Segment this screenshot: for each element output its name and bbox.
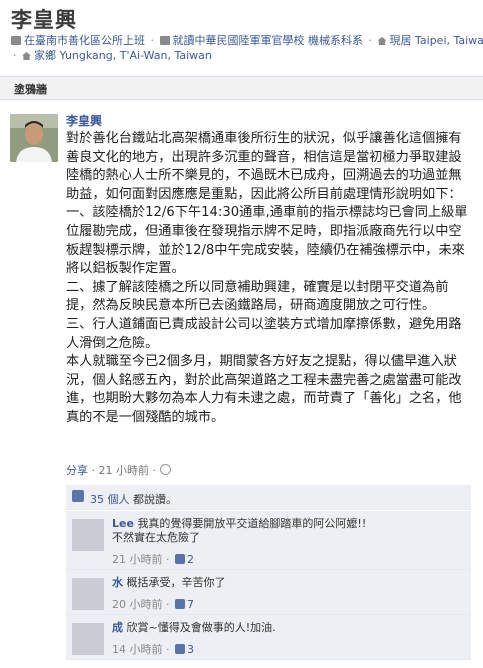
comment-text-block: 水 概括承受，辛苦你了	[112, 576, 467, 590]
thumbs-up-icon	[175, 599, 185, 609]
separator: ·	[365, 34, 376, 47]
commenter-avatar[interactable]	[72, 578, 104, 610]
likes-summary: 35 個人 都說讚。	[66, 485, 471, 510]
comment-like-count[interactable]: 2	[187, 553, 194, 566]
comment-text-block: 成 欣賞~懂得及會做事的人!加油.	[112, 621, 467, 635]
post-timestamp[interactable]: 21 小時前	[99, 464, 150, 477]
avatar-image	[10, 114, 58, 162]
avatar[interactable]	[10, 114, 58, 162]
globe-icon[interactable]	[159, 464, 171, 475]
comment-text: 概括承受，辛苦你了	[126, 576, 226, 589]
comment-item: 成 欣賞~懂得及會做事的人!加油. 14 小時前 · 3	[66, 615, 471, 660]
comment-meta: 20 小時前 · 7	[112, 598, 194, 611]
profile-info-line-2: · 家鄉 Yungkang, T'Ai-Wan, Taiwan	[11, 49, 212, 63]
comment-text: 欣賞~懂得及會做事的人!加油.	[126, 621, 276, 634]
likes-count-link[interactable]: 35 個人	[90, 491, 130, 507]
separator: ·	[91, 464, 99, 477]
comment-like-count[interactable]: 7	[187, 598, 194, 611]
comment-meta: 21 小時前 · 2	[112, 553, 194, 566]
tab-wall[interactable]: 塗鴉牆	[14, 81, 47, 97]
comment-timestamp[interactable]: 20 小時前	[112, 598, 163, 611]
profile-name[interactable]: 李皇興	[11, 4, 77, 34]
comment-timestamp[interactable]: 14 小時前	[112, 643, 163, 656]
comment-like-count[interactable]: 3	[187, 643, 194, 656]
separator: ·	[152, 464, 160, 477]
commenter-avatar[interactable]	[72, 519, 104, 551]
likes-suffix: 都說讚。	[133, 493, 177, 506]
thumbs-up-icon	[175, 644, 185, 654]
house-icon	[22, 52, 31, 60]
thumbs-up-icon	[175, 554, 185, 564]
wall-tab-bar: 塗鴉牆	[0, 76, 483, 100]
school-link[interactable]: 就讀中華民國陸軍軍官學校 機械系科系	[173, 34, 364, 47]
commenter-name[interactable]: 成	[112, 621, 123, 634]
hometown-link[interactable]: 家鄉 Yungkang, T'Ai-Wan, Taiwan	[34, 49, 212, 62]
separator: ·	[13, 49, 20, 62]
comment-item: 水 概括承受，辛苦你了 20 小時前 · 7	[66, 570, 471, 615]
briefcase-icon	[11, 36, 21, 45]
comment-timestamp[interactable]: 21 小時前	[112, 553, 163, 566]
workplace-link[interactable]: 在臺南市善化區公所上班	[24, 34, 145, 47]
commenter-name[interactable]: Lee	[112, 517, 134, 530]
share-link[interactable]: 分享	[66, 464, 88, 477]
post-actions: 分享 · 21 小時前 ·	[66, 462, 171, 478]
profile-header: 李皇興 在臺南市善化區公所上班 · 就讀中華民國陸軍軍官學校 機械系科系 · 現…	[0, 0, 483, 72]
comment-item: Lee 我真的覺得要開放平交道給腳踏車的阿公阿嬤!! 不然實在太危險了 21 小…	[66, 511, 471, 570]
graduation-cap-icon	[159, 36, 170, 45]
house-icon	[377, 37, 387, 45]
commenter-name[interactable]: 水	[112, 576, 123, 589]
post-body: 對於善化台鐵站北高架橋通車後所衍生的狀況，似乎讓善化這個擁有善良文化的地方，出現…	[66, 131, 468, 425]
separator: ·	[147, 34, 158, 47]
comment-text-block: Lee 我真的覺得要開放平交道給腳踏車的阿公阿嬤!! 不然實在太危險了	[112, 517, 467, 545]
comment-text: 我真的覺得要開放平交道給腳踏車的阿公阿嬤!! 不然實在太危險了	[112, 517, 367, 544]
commenter-avatar[interactable]	[72, 623, 104, 655]
current-city-link[interactable]: 現居 Taipei, Taiwan	[390, 34, 483, 47]
comment-meta: 14 小時前 · 3	[112, 643, 194, 656]
post-author[interactable]: 李皇興	[66, 112, 102, 129]
profile-info-line-1: 在臺南市善化區公所上班 · 就讀中華民國陸軍軍官學校 機械系科系 · 現居 Ta…	[11, 34, 483, 48]
thumbs-up-icon	[72, 490, 84, 502]
